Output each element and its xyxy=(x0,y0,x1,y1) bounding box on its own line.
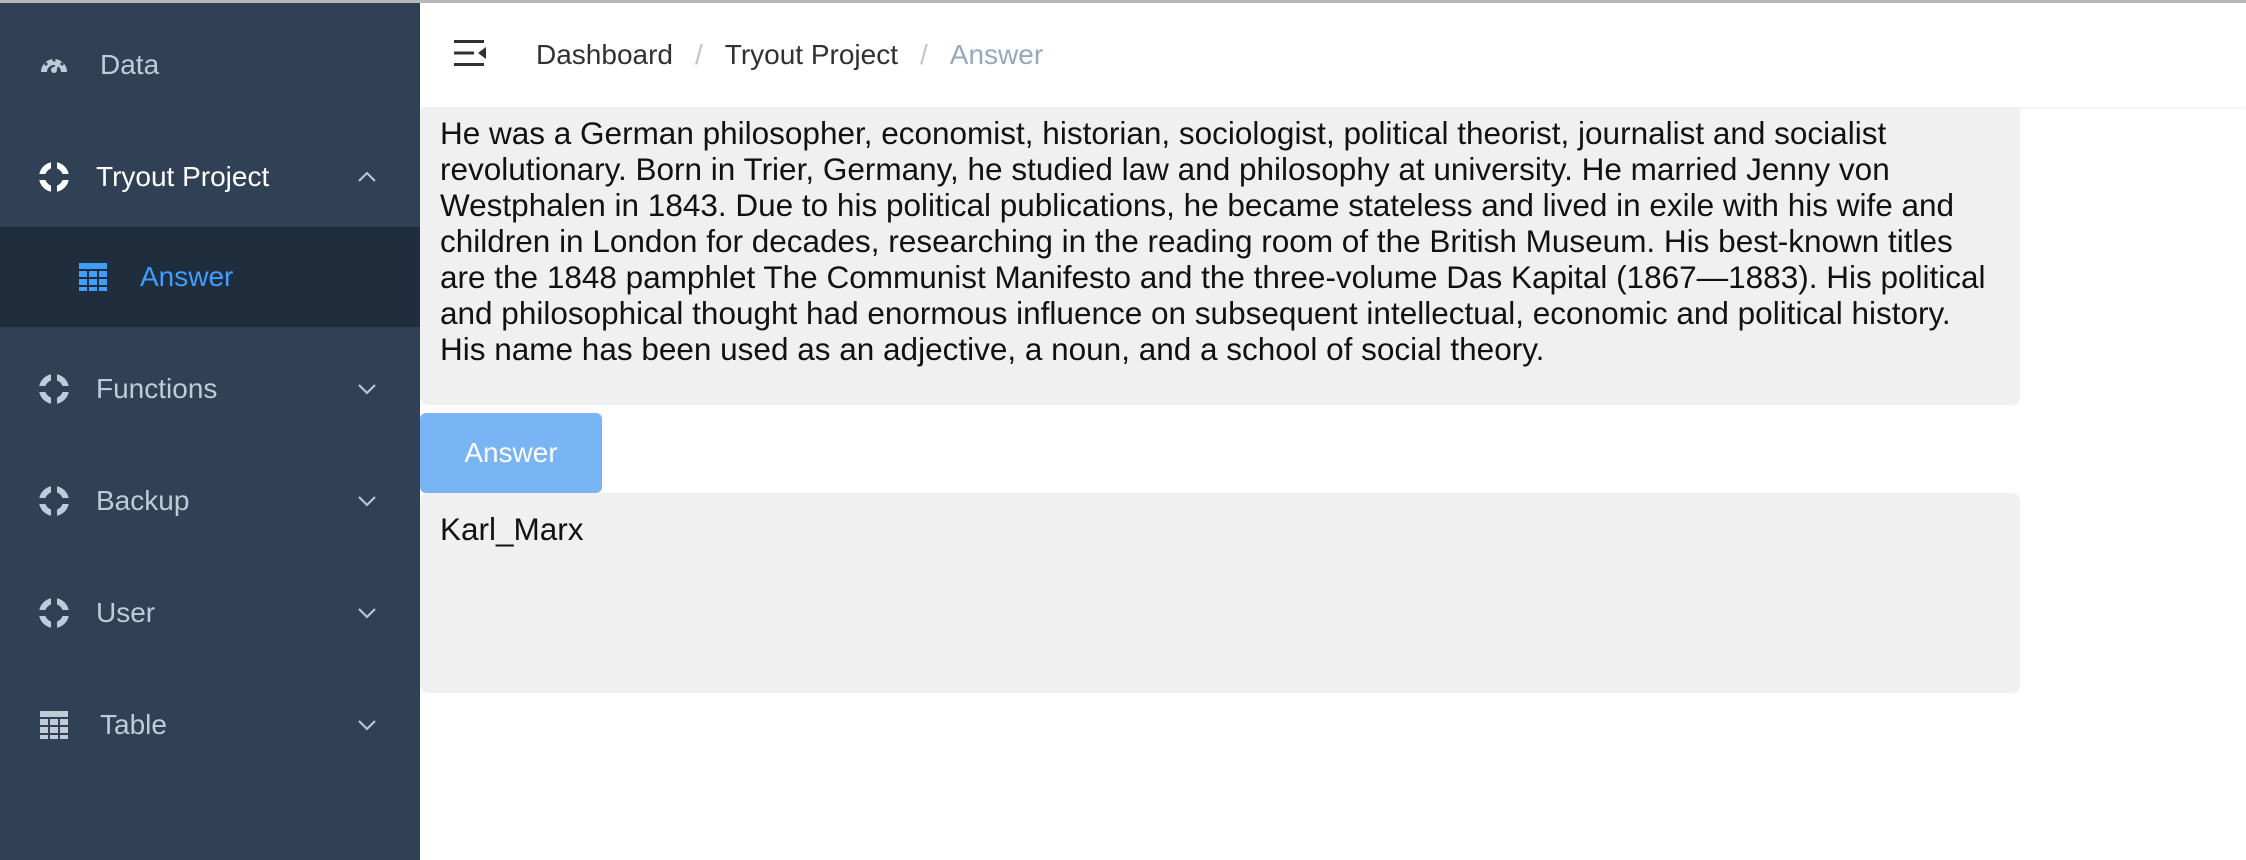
sidebar: Data Tryout Project Answer Functions Bac… xyxy=(0,3,420,860)
breadcrumb-item-answer: Answer xyxy=(949,39,1044,70)
menu-fold-icon[interactable] xyxy=(452,37,488,69)
chevron-down-icon xyxy=(358,496,376,507)
sidebar-subitem-answer[interactable]: Answer xyxy=(0,227,420,327)
lifebuoy-icon xyxy=(38,161,70,193)
sidebar-item-table[interactable]: Table xyxy=(0,669,420,781)
table-icon xyxy=(79,263,107,291)
lifebuoy-icon xyxy=(38,597,70,629)
sidebar-item-label: Table xyxy=(100,709,167,740)
breadcrumb: Dashboard / Tryout Project / Answer xyxy=(536,39,1043,71)
sidebar-item-backup[interactable]: Backup xyxy=(0,445,420,557)
breadcrumb-separator: / xyxy=(920,39,928,70)
chevron-down-icon xyxy=(358,720,376,731)
chevron-down-icon xyxy=(358,608,376,619)
breadcrumb-item-tryout-project[interactable]: Tryout Project xyxy=(725,39,898,71)
sidebar-item-functions[interactable]: Functions xyxy=(0,333,420,445)
sidebar-subitem-label: Answer xyxy=(140,261,234,292)
sidebar-item-data[interactable]: Data xyxy=(0,9,420,121)
sidebar-item-tryout-project[interactable]: Tryout Project xyxy=(0,121,420,233)
navbar: Dashboard / Tryout Project / Answer xyxy=(420,3,2246,107)
passage-text: He was a German philosopher, economist, … xyxy=(420,107,2020,405)
lifebuoy-icon xyxy=(38,373,70,405)
sidebar-item-user[interactable]: User xyxy=(0,557,420,669)
sidebar-item-label: Tryout Project xyxy=(96,161,270,192)
app-window: Data Tryout Project Answer Functions Bac… xyxy=(0,0,2246,860)
chevron-up-icon xyxy=(358,171,376,182)
sidebar-item-label: Data xyxy=(100,49,160,80)
breadcrumb-item-dashboard[interactable]: Dashboard xyxy=(536,39,673,71)
chevron-down-icon xyxy=(358,384,376,395)
answer-result: Karl_Marx xyxy=(420,493,2020,693)
sidebar-item-label: Functions xyxy=(96,373,218,404)
lifebuoy-icon xyxy=(38,485,70,517)
answer-button[interactable]: Answer xyxy=(420,413,602,493)
table-icon xyxy=(38,709,70,741)
sidebar-item-label: Backup xyxy=(96,485,190,516)
sidebar-item-label: User xyxy=(96,597,156,628)
dashboard-icon xyxy=(38,49,70,81)
breadcrumb-separator: / xyxy=(694,39,703,70)
